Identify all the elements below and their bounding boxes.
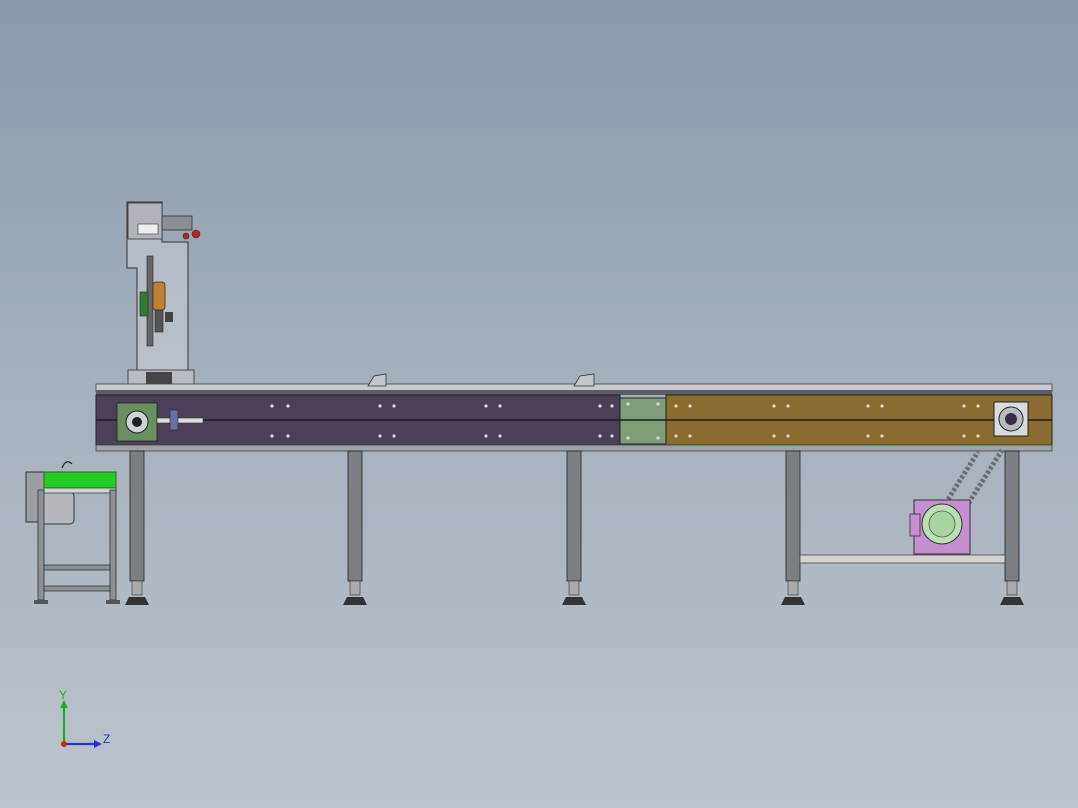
- press-station: [126, 201, 201, 387]
- leg-2: [343, 450, 367, 605]
- leg-3: [562, 450, 586, 605]
- coordinate-triad: Y Z: [59, 688, 110, 748]
- z-axis-label: Z: [103, 732, 110, 746]
- pallet-stop-2: [573, 373, 595, 387]
- cad-viewport[interactable]: Y Z: [0, 0, 1078, 808]
- cross-brace: [799, 554, 1006, 564]
- bearing-block-right: [993, 401, 1029, 437]
- pneumatic-fitting-icon: [191, 229, 201, 239]
- spindle-body: [152, 281, 166, 311]
- conveyor-legs: [125, 450, 1024, 605]
- bearing-block-left: [116, 402, 158, 442]
- feed-conveyor: [25, 461, 120, 604]
- conveyor-top-rail: [95, 373, 1053, 395]
- x-axis-origin-icon: [61, 741, 67, 747]
- y-axis-label: Y: [59, 688, 67, 702]
- pallet-stop-1: [367, 373, 387, 387]
- triad-plane-icon: [64, 716, 94, 744]
- feed-cable: [61, 461, 73, 469]
- drive-unit: [909, 448, 1005, 555]
- leg-4: [781, 450, 805, 605]
- feed-roller-belt: [43, 471, 117, 489]
- conveyor-frame: [95, 394, 1053, 452]
- leg-1: [125, 450, 149, 605]
- leg-5: [1000, 450, 1024, 605]
